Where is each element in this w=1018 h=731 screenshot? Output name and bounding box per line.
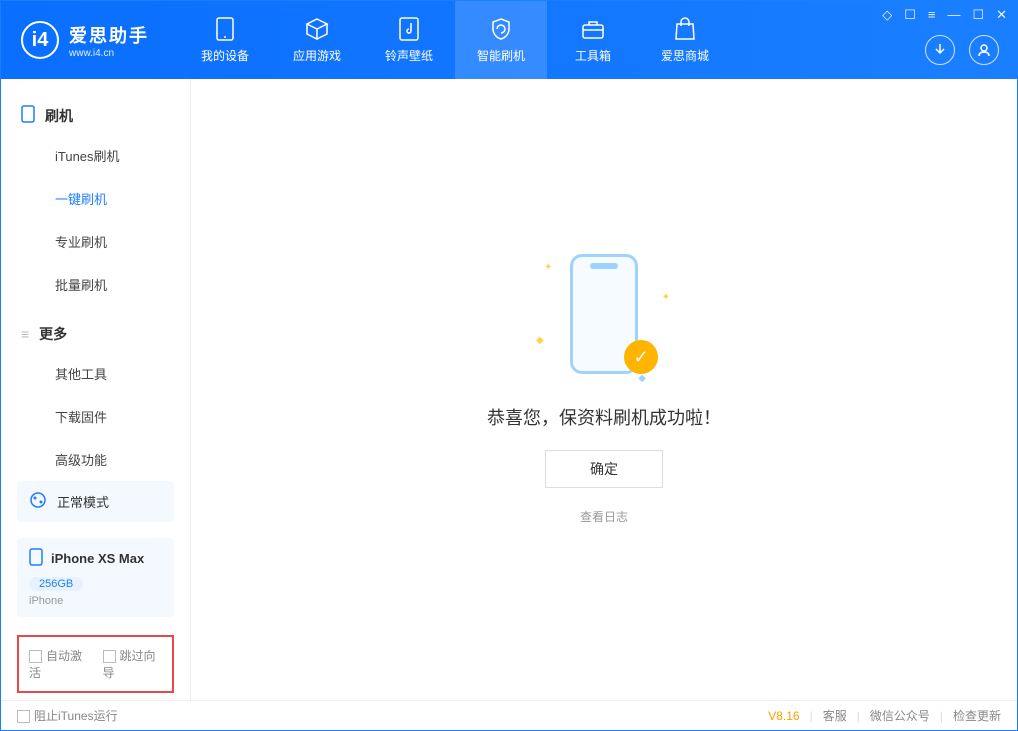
- header-actions: [925, 35, 999, 65]
- close-button[interactable]: ✕: [996, 7, 1007, 23]
- mode-icon: [29, 491, 47, 512]
- view-log-link[interactable]: 查看日志: [580, 508, 628, 525]
- check-badge-icon: ✓: [624, 340, 658, 374]
- device-icon: [29, 548, 43, 569]
- feedback-icon[interactable]: ☐: [904, 7, 916, 23]
- toolbox-icon: [581, 17, 605, 41]
- app-logo: i4 爱思助手 www.i4.cn: [1, 21, 169, 59]
- cube-icon: [305, 17, 329, 41]
- main-tabs: 我的设备 应用游戏 铃声壁纸 智能刷机 工具箱 爱思商城: [179, 1, 731, 79]
- checkbox-auto-activate[interactable]: 自动激活: [29, 647, 89, 681]
- tab-store[interactable]: 爱思商城: [639, 1, 731, 79]
- tab-my-device[interactable]: 我的设备: [179, 1, 271, 79]
- window-controls: ◇ ☐ ≡ — ☐ ✕: [882, 7, 1007, 23]
- mode-card[interactable]: 正常模式: [17, 481, 174, 522]
- tab-apps-games[interactable]: 应用游戏: [271, 1, 363, 79]
- sidebar-section-flash: 刷机: [1, 97, 190, 134]
- sidebar-item-batch-flash[interactable]: 批量刷机: [1, 263, 190, 306]
- footer-link-wechat[interactable]: 微信公众号: [870, 707, 930, 724]
- success-message: 恭喜您，保资料刷机成功啦！: [487, 404, 721, 430]
- success-illustration: ✦◆✦◆ ✓: [544, 254, 664, 384]
- device-name: iPhone XS Max: [51, 551, 144, 566]
- checkbox-block-itunes[interactable]: 阻止iTunes运行: [17, 707, 118, 724]
- checkbox-skip-guide[interactable]: 跳过向导: [103, 647, 163, 681]
- device-storage: 256GB: [29, 577, 83, 591]
- ok-button[interactable]: 确定: [545, 450, 663, 488]
- logo-icon: i4: [21, 21, 59, 59]
- maximize-button[interactable]: ☐: [972, 7, 984, 23]
- main-content: ✦◆✦◆ ✓ 恭喜您，保资料刷机成功啦！ 确定 查看日志: [191, 79, 1017, 700]
- footer-link-support[interactable]: 客服: [823, 707, 847, 724]
- list-icon: ≡: [21, 326, 29, 342]
- phone-icon: [213, 17, 237, 41]
- music-file-icon: [397, 17, 421, 41]
- status-bar: 阻止iTunes运行 V8.16 | 客服 | 微信公众号 | 检查更新: [1, 700, 1017, 730]
- title-bar: i4 爱思助手 www.i4.cn 我的设备 应用游戏 铃声壁纸 智能刷机 工具…: [1, 1, 1017, 79]
- shopping-bag-icon: [673, 17, 697, 41]
- sidebar-item-download-firmware[interactable]: 下载固件: [1, 395, 190, 438]
- mode-label: 正常模式: [57, 492, 109, 511]
- sidebar-item-other-tools[interactable]: 其他工具: [1, 352, 190, 395]
- phone-outline-icon: [21, 105, 35, 126]
- tab-smart-flash[interactable]: 智能刷机: [455, 1, 547, 79]
- device-type: iPhone: [29, 595, 162, 607]
- sidebar-section-more: ≡ 更多: [1, 316, 190, 352]
- app-url: www.i4.cn: [69, 48, 149, 59]
- download-button[interactable]: [925, 35, 955, 65]
- shield-refresh-icon: [489, 17, 513, 41]
- sidebar-item-oneclick-flash[interactable]: 一键刷机: [1, 177, 190, 220]
- skin-icon[interactable]: ◇: [882, 7, 892, 23]
- flash-options-highlight: 自动激活 跳过向导: [17, 635, 174, 693]
- version-label: V8.16: [768, 709, 799, 723]
- tab-ringtone-wallpaper[interactable]: 铃声壁纸: [363, 1, 455, 79]
- tab-toolbox[interactable]: 工具箱: [547, 1, 639, 79]
- sidebar-item-itunes-flash[interactable]: iTunes刷机: [1, 134, 190, 177]
- sidebar-item-pro-flash[interactable]: 专业刷机: [1, 220, 190, 263]
- device-card[interactable]: iPhone XS Max 256GB iPhone: [17, 538, 174, 617]
- user-button[interactable]: [969, 35, 999, 65]
- minimize-button[interactable]: —: [947, 7, 960, 23]
- sidebar-item-advanced[interactable]: 高级功能: [1, 438, 190, 481]
- app-name: 爱思助手: [69, 22, 149, 48]
- footer-link-update[interactable]: 检查更新: [953, 707, 1001, 724]
- menu-icon[interactable]: ≡: [928, 7, 936, 23]
- sidebar: 刷机 iTunes刷机 一键刷机 专业刷机 批量刷机 ≡ 更多 其他工具 下载固…: [1, 79, 191, 700]
